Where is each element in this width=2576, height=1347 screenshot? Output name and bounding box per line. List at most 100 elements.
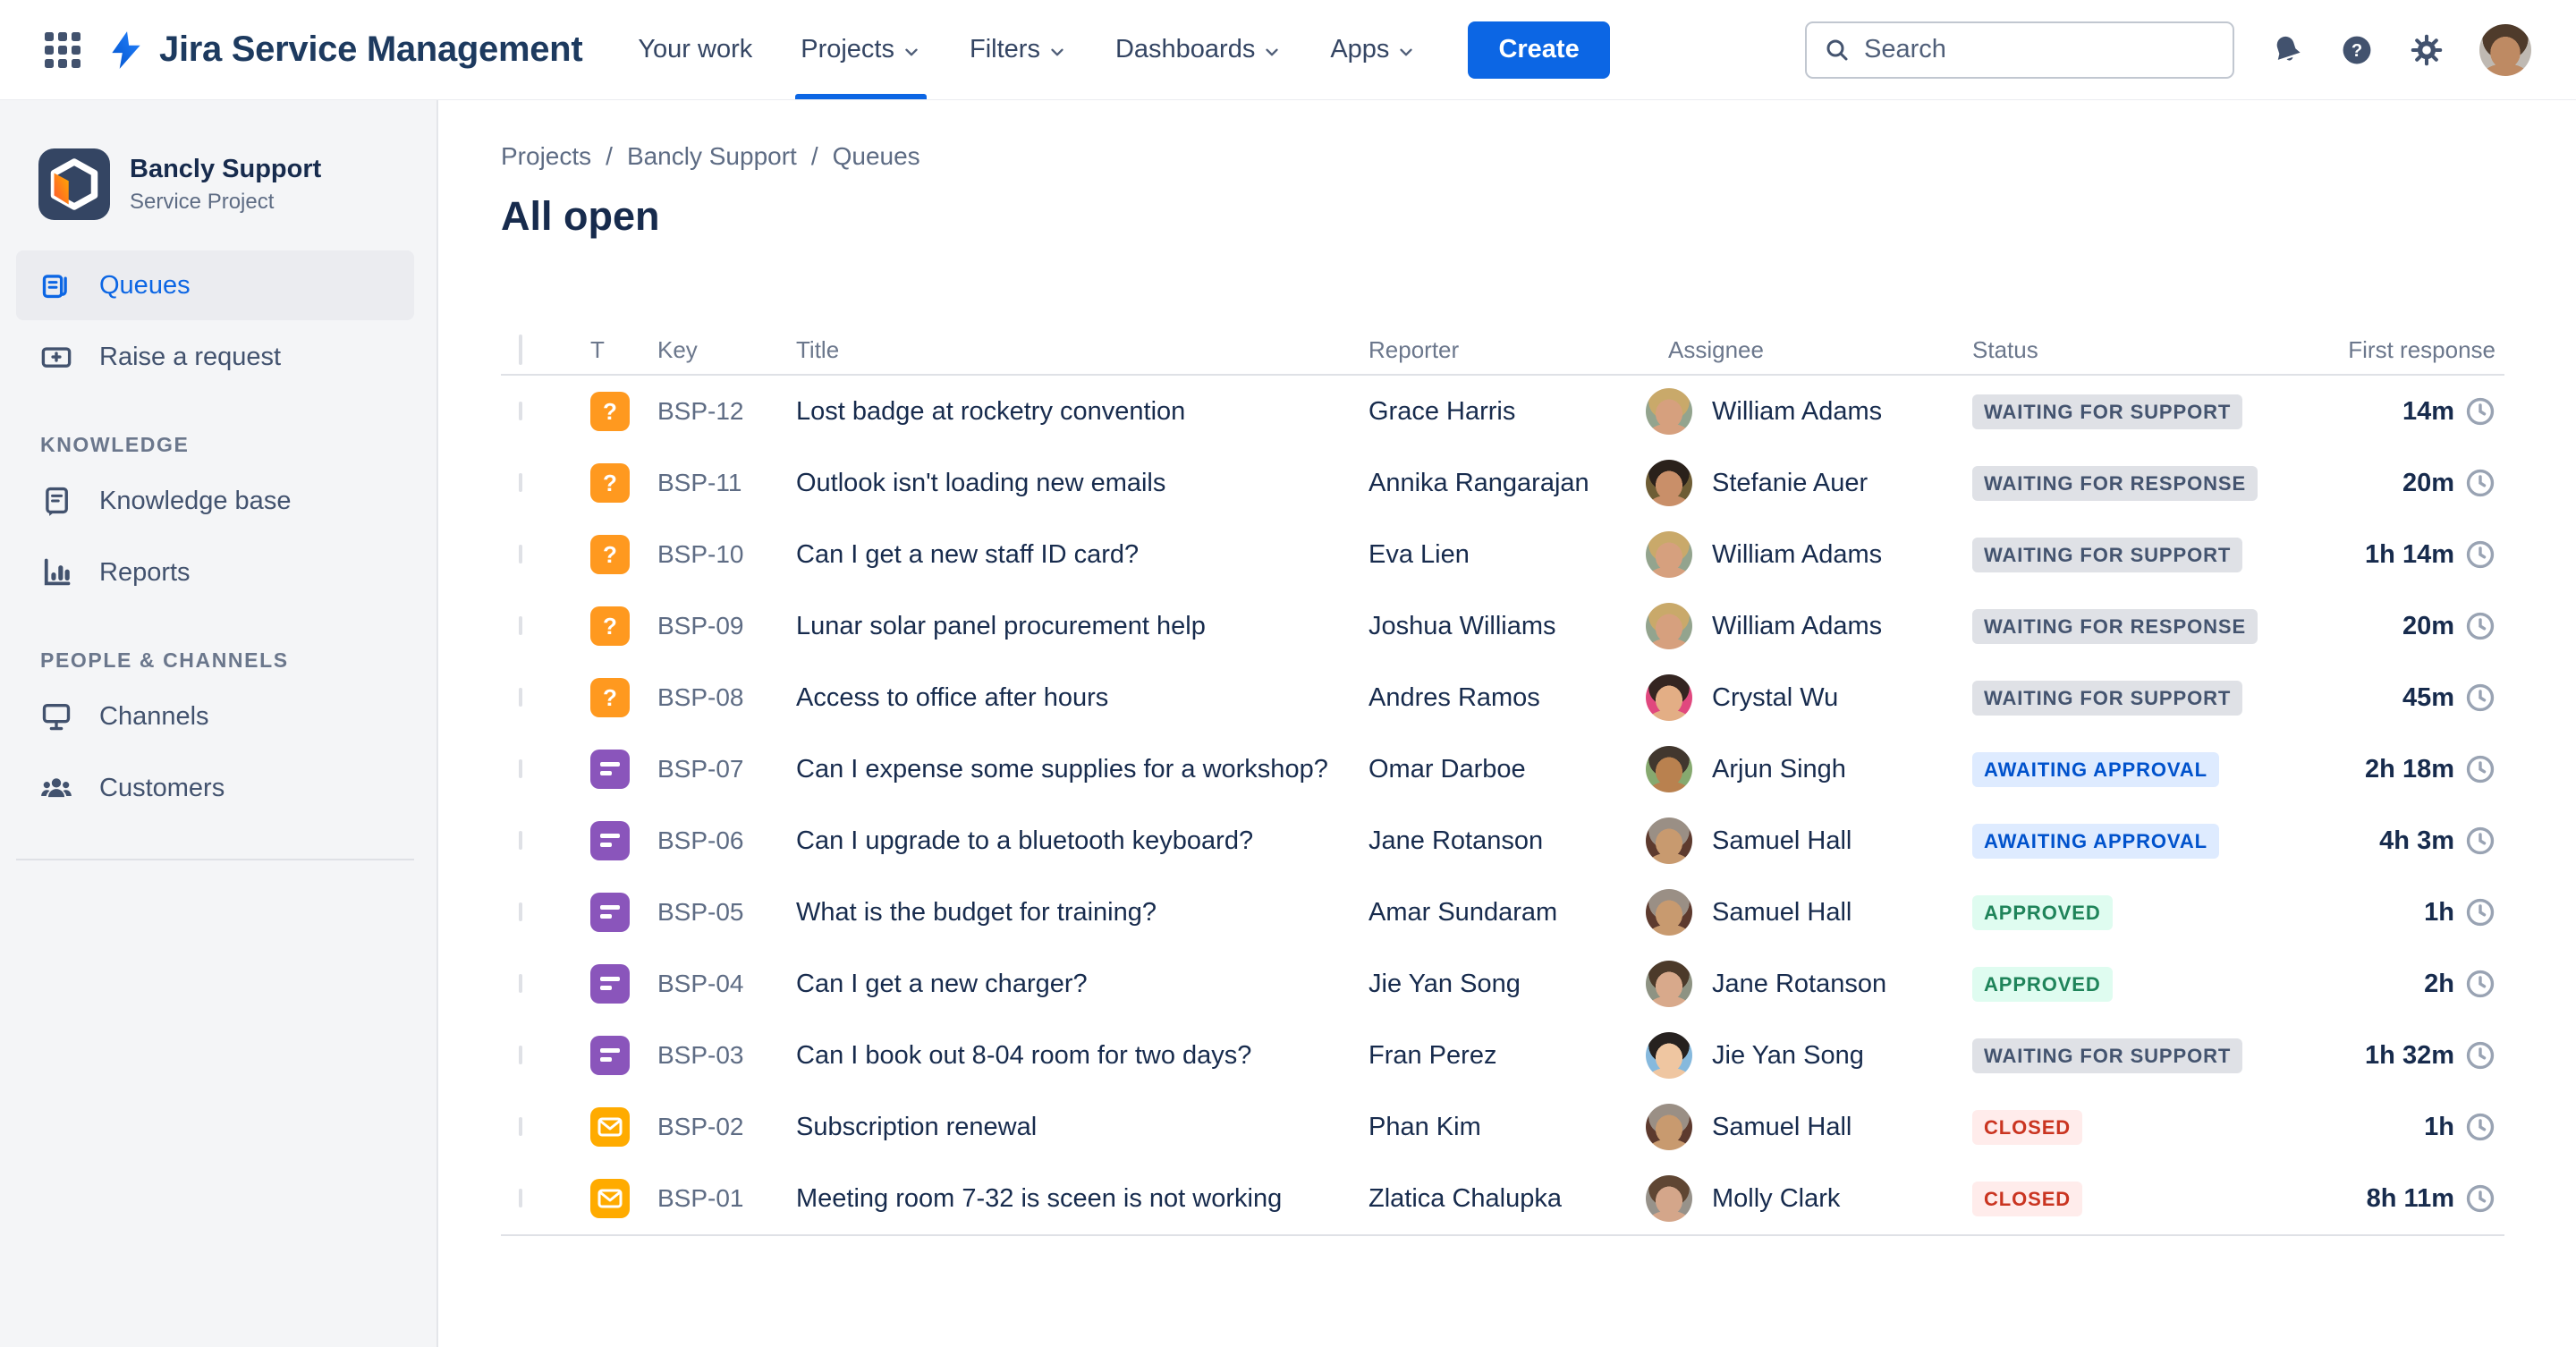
table-row[interactable]: ? BSP-11 Outlook isn't loading new email… <box>501 447 2504 519</box>
issue-key[interactable]: BSP-01 <box>648 1184 787 1213</box>
nav-item-your-work[interactable]: Your work <box>638 0 752 99</box>
status-badge: AWAITING APPROVAL <box>1972 823 2219 859</box>
sidebar-item-raise-request[interactable]: Raise a request <box>16 322 414 392</box>
clock-icon <box>2465 826 2496 856</box>
row-checkbox[interactable] <box>519 831 522 850</box>
page-title: All open <box>501 193 660 239</box>
issue-key[interactable]: BSP-08 <box>648 683 787 712</box>
gear-icon <box>2410 33 2444 67</box>
table-row[interactable]: ? BSP-08 Access to office after hours An… <box>501 662 2504 733</box>
nav-item-apps[interactable]: Apps <box>1330 0 1416 99</box>
assignee-name: Stefanie Auer <box>1712 468 1868 497</box>
sidebar-item-reports[interactable]: Reports <box>16 538 414 607</box>
table-row[interactable]: ? BSP-12 Lost badge at rocketry conventi… <box>501 376 2504 447</box>
issue-title[interactable]: Lost badge at rocketry convention <box>787 397 1360 427</box>
breadcrumb: Projects / Bancly Support / Queues <box>501 141 2504 172</box>
sidebar-section-title: KNOWLEDGE <box>40 433 190 456</box>
row-checkbox[interactable] <box>519 1189 522 1207</box>
row-checkbox[interactable] <box>519 1046 522 1064</box>
issue-key[interactable]: BSP-11 <box>648 469 787 497</box>
nav-item-dashboards[interactable]: Dashboards <box>1115 0 1282 99</box>
issue-title[interactable]: Can I get a new staff ID card? <box>787 540 1360 570</box>
table-row[interactable]: ? BSP-09 Lunar solar panel procurement h… <box>501 590 2504 662</box>
issue-key[interactable]: BSP-04 <box>648 970 787 998</box>
issue-title[interactable]: Can I upgrade to a bluetooth keyboard? <box>787 826 1360 856</box>
table-row[interactable]: BSP-03 Can I book out 8-04 room for two … <box>501 1020 2504 1091</box>
sidebar-item-queues[interactable]: Queues <box>16 250 414 320</box>
issue-key[interactable]: BSP-09 <box>648 612 787 640</box>
issue-title[interactable]: Can I get a new charger? <box>787 970 1360 999</box>
issue-title[interactable]: Can I expense some supplies for a worksh… <box>787 755 1360 784</box>
issue-title[interactable]: Meeting room 7-32 is sceen is not workin… <box>787 1184 1360 1214</box>
assignee-name: William Adams <box>1712 539 1883 569</box>
sidebar-sections: KNOWLEDGE Knowledge base Reports PEOPLE … <box>0 433 436 823</box>
sidebar-item-customers[interactable]: Customers <box>16 753 414 823</box>
column-header-assignee: Assignee <box>1668 335 1764 363</box>
issue-key[interactable]: BSP-05 <box>648 898 787 927</box>
user-profile-button[interactable] <box>2479 23 2531 76</box>
issue-title[interactable]: Can I book out 8-04 room for two days? <box>787 1041 1360 1071</box>
breadcrumb-item[interactable]: Projects <box>501 141 591 172</box>
row-checkbox[interactable] <box>519 902 522 921</box>
table-row[interactable]: BSP-05 What is the budget for training? … <box>501 877 2504 948</box>
status-badge: WAITING FOR RESPONSE <box>1972 608 2258 644</box>
help-button[interactable]: ? <box>2340 33 2374 67</box>
issue-title[interactable]: Access to office after hours <box>787 683 1360 713</box>
clock-icon <box>2465 611 2496 641</box>
row-checkbox[interactable] <box>519 616 522 635</box>
table-row[interactable]: BSP-01 Meeting room 7-32 is sceen is not… <box>501 1163 2504 1234</box>
row-checkbox[interactable] <box>519 473 522 492</box>
clock-icon <box>2465 682 2496 713</box>
issue-key[interactable]: BSP-03 <box>648 1041 787 1070</box>
row-checkbox[interactable] <box>519 688 522 707</box>
breadcrumb-item[interactable]: Bancly Support <box>627 141 797 172</box>
row-checkbox[interactable] <box>519 974 522 993</box>
row-checkbox[interactable] <box>519 402 522 420</box>
clock-icon <box>2465 969 2496 999</box>
column-header-key: Key <box>657 335 698 363</box>
nav-item-label: Apps <box>1330 35 1390 64</box>
nav-item-filters[interactable]: Filters <box>970 0 1067 99</box>
issue-title[interactable]: Subscription renewal <box>787 1113 1360 1142</box>
column-header-type: T <box>590 335 605 363</box>
settings-button[interactable] <box>2410 33 2444 67</box>
issue-title[interactable]: Outlook isn't loading new emails <box>787 469 1360 498</box>
table-row[interactable]: ? BSP-10 Can I get a new staff ID card? … <box>501 519 2504 590</box>
chevron-down-icon <box>902 42 921 62</box>
issue-key[interactable]: BSP-12 <box>648 397 787 426</box>
table-row[interactable]: BSP-07 Can I expense some supplies for a… <box>501 733 2504 805</box>
search-input[interactable] <box>1864 35 2216 64</box>
assignee-name: Samuel Hall <box>1712 1112 1852 1141</box>
nav-item-projects[interactable]: Projects <box>795 0 927 99</box>
row-checkbox[interactable] <box>519 1117 522 1136</box>
table-row[interactable]: BSP-02 Subscription renewal Phan Kim Sam… <box>501 1091 2504 1163</box>
select-all-checkbox[interactable] <box>519 334 522 365</box>
chevron-down-icon <box>1262 42 1282 62</box>
project-header[interactable]: Bancly Support Service Project <box>0 148 436 220</box>
first-response-time: 20m <box>2402 611 2454 640</box>
sidebar-item-knowledge-base[interactable]: Knowledge base <box>16 466 414 536</box>
app-switcher-button[interactable] <box>39 0 86 99</box>
issue-reporter: Jie Yan Song <box>1368 969 1521 998</box>
first-response-time: 1h 14m <box>2365 539 2454 569</box>
table-row[interactable]: BSP-06 Can I upgrade to a bluetooth keyb… <box>501 805 2504 877</box>
issue-title[interactable]: What is the budget for training? <box>787 898 1360 928</box>
table-row[interactable]: BSP-04 Can I get a new charger? Jie Yan … <box>501 948 2504 1020</box>
issue-key[interactable]: BSP-10 <box>648 540 787 569</box>
issue-key[interactable]: BSP-07 <box>648 755 787 784</box>
jira-logo[interactable]: Jira Service Management <box>106 0 583 99</box>
assignee-avatar <box>1646 1032 1692 1079</box>
first-response-time: 2h <box>2424 969 2454 998</box>
issue-reporter: Andres Ramos <box>1368 682 1540 712</box>
issue-key[interactable]: BSP-02 <box>648 1113 787 1141</box>
breadcrumb-item[interactable]: Queues <box>833 141 920 172</box>
create-button[interactable]: Create <box>1468 21 1610 79</box>
clock-icon <box>2465 539 2496 570</box>
notifications-button[interactable] <box>2270 33 2304 67</box>
sidebar-item-channels[interactable]: Channels <box>16 682 414 751</box>
row-checkbox[interactable] <box>519 545 522 563</box>
issue-reporter: Omar Darboe <box>1368 754 1526 784</box>
issue-key[interactable]: BSP-06 <box>648 826 787 855</box>
issue-title[interactable]: Lunar solar panel procurement help <box>787 612 1360 641</box>
row-checkbox[interactable] <box>519 759 522 778</box>
